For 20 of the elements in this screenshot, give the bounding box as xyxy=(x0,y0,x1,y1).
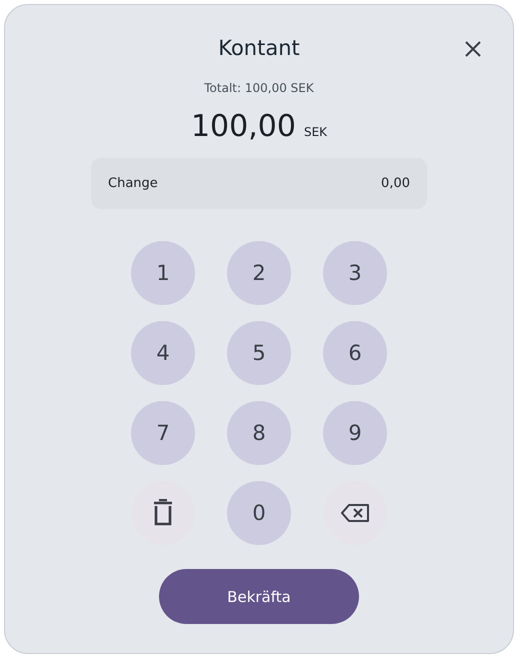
digit-key[interactable]: 6 xyxy=(323,321,387,385)
change-value: 0,00 xyxy=(381,176,410,191)
dialog-title: Kontant xyxy=(218,35,300,62)
digit-key[interactable]: 9 xyxy=(323,401,387,465)
digit-key[interactable]: 7 xyxy=(131,401,195,465)
digit-key[interactable]: 1 xyxy=(131,241,195,305)
backspace-icon xyxy=(340,503,370,523)
total-text: Totalt: 100,00 SEK xyxy=(204,81,314,95)
close-icon xyxy=(465,41,481,57)
digit-key[interactable]: 3 xyxy=(323,241,387,305)
amount-value: 100,00 xyxy=(190,109,296,144)
currency-label: SEK xyxy=(304,125,328,139)
digit-key[interactable]: 0 xyxy=(227,481,291,545)
confirm-button[interactable]: Bekräfta xyxy=(159,569,359,624)
change-label: Change xyxy=(108,176,158,191)
digit-key[interactable]: 5 xyxy=(227,321,291,385)
digit-key[interactable]: 8 xyxy=(227,401,291,465)
trash-icon xyxy=(153,499,173,527)
digit-key[interactable]: 2 xyxy=(227,241,291,305)
digit-key[interactable]: 4 xyxy=(131,321,195,385)
